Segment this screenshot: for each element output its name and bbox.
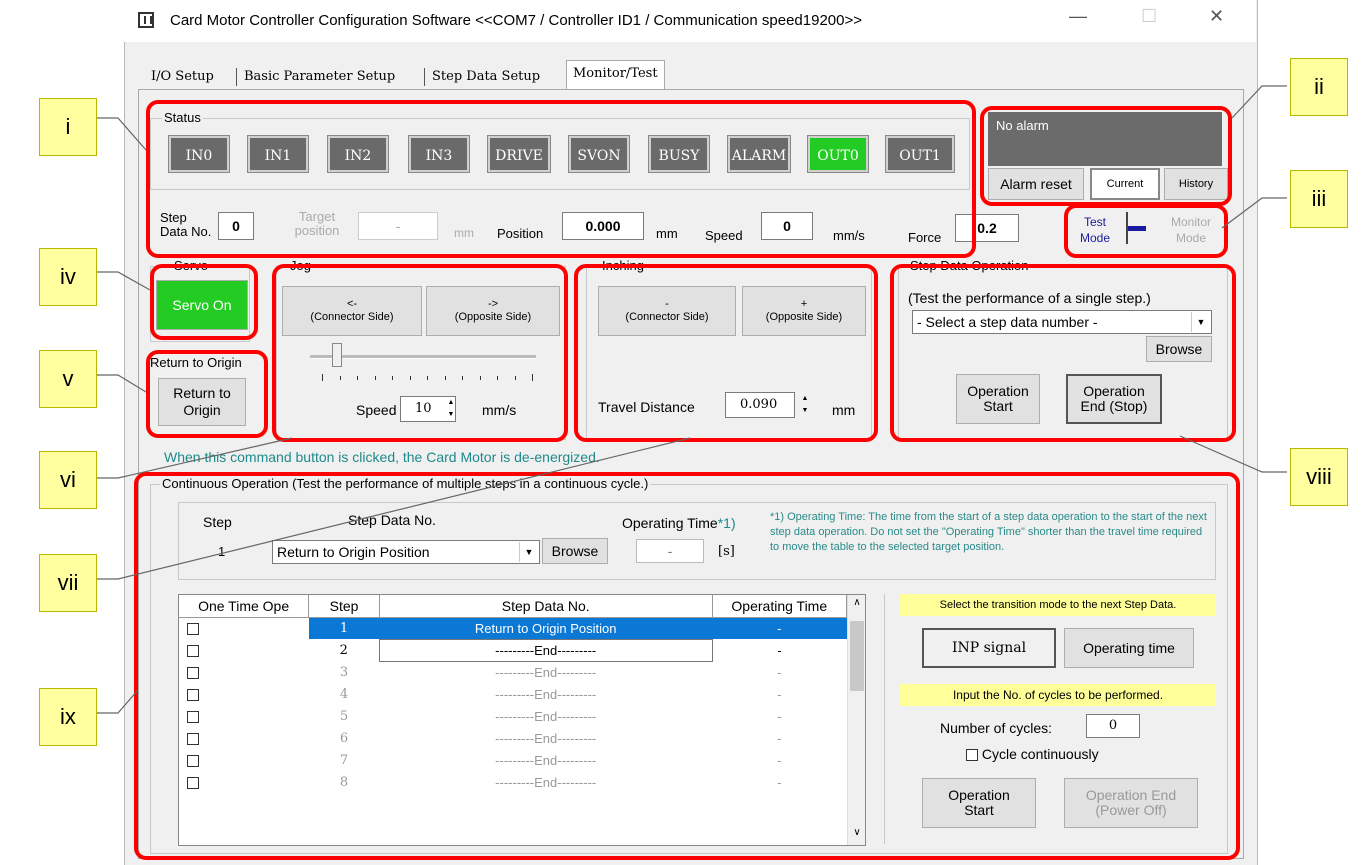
callout-viii: viii	[1290, 448, 1348, 506]
callout-leader-lines	[97, 85, 1287, 714]
callout-v: v	[39, 350, 97, 408]
callout-ix: ix	[39, 688, 97, 746]
callout-vii: vii	[39, 554, 97, 612]
callout-ii: ii	[1290, 58, 1348, 116]
callout-vi: vi	[39, 451, 97, 509]
callout-i: i	[39, 98, 97, 156]
callout-iv: iv	[39, 248, 97, 306]
callout-iii: iii	[1290, 170, 1348, 228]
